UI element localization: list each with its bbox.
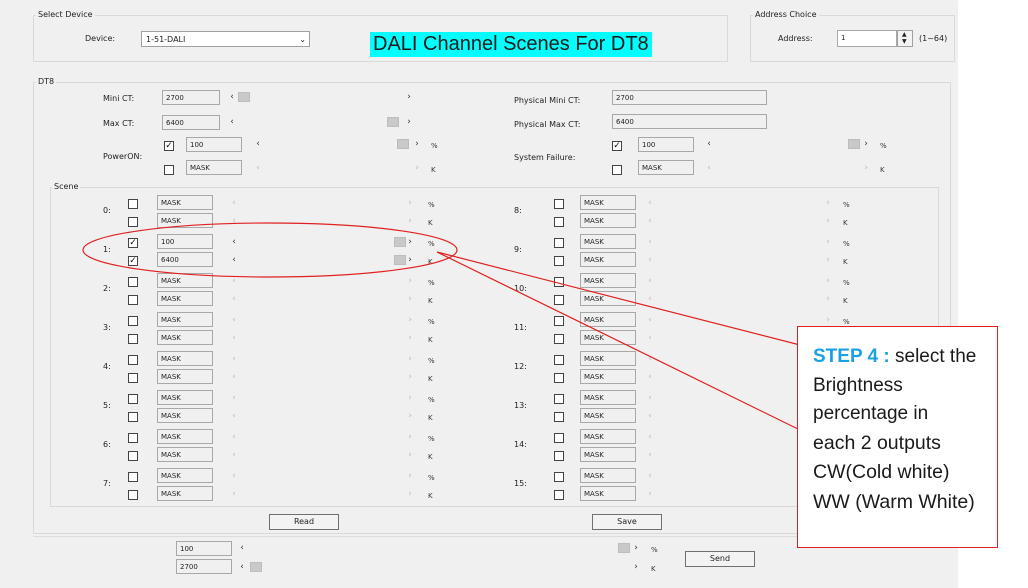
callout-pointer-line (436, 251, 801, 346)
step-callout: STEP 4 : select the Brightness percentag… (797, 326, 998, 548)
callout-step: STEP 4 : (813, 346, 890, 367)
highlight-ellipse (82, 222, 458, 278)
callout-pointer-line (436, 251, 801, 431)
callout-text-2: each 2 outputs CW(Cold white) WW (Warm W… (813, 431, 975, 513)
